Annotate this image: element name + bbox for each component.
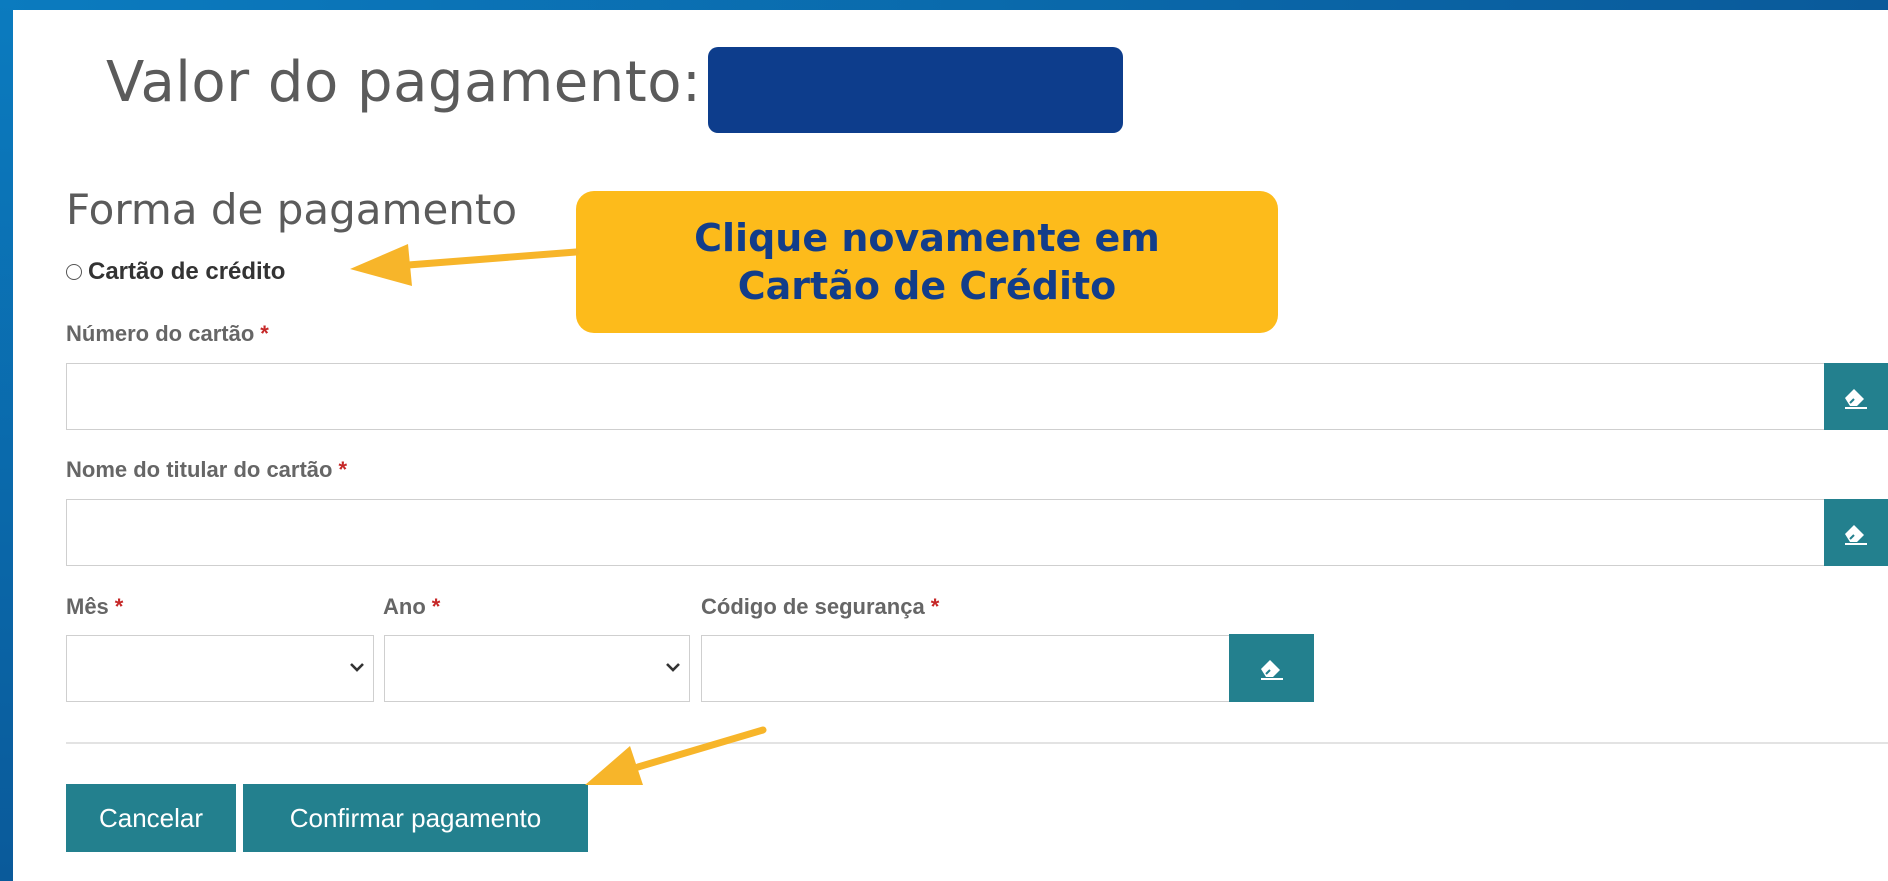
payment-panel: Valor do pagamento: Forma de pagamento C…	[13, 10, 1888, 881]
frame-top-border	[0, 0, 1888, 10]
arrow-to-confirm-button-icon	[585, 726, 767, 785]
tutorial-arrows	[350, 244, 767, 785]
frame-left-border	[0, 0, 13, 881]
arrow-to-credit-card-icon	[350, 244, 580, 286]
